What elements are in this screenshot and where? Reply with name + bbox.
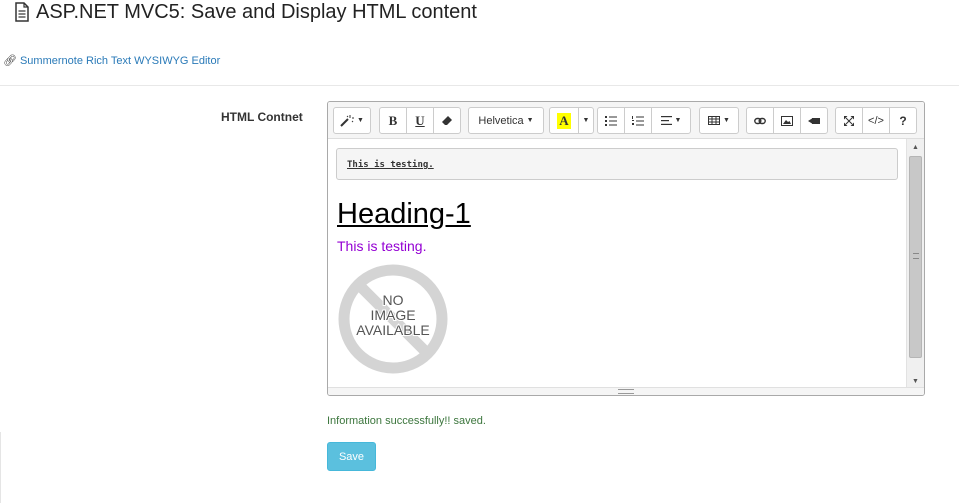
save-button[interactable]: Save — [327, 442, 376, 471]
no-image-placeholder: NO IMAGE AVAILABLE — [338, 264, 448, 374]
chevron-down-icon: ▼ — [674, 117, 682, 124]
link-icon: 🔗︎ — [3, 55, 17, 67]
divider — [0, 85, 959, 86]
video-icon — [808, 117, 820, 124]
page-title: ASP.NET MVC5: Save and Display HTML cont… — [14, 0, 477, 24]
chevron-down-icon: ▼ — [357, 117, 364, 124]
no-image-text-line-1: NO — [383, 292, 404, 308]
editor-content-area[interactable]: This is testing. Heading-1 This is testi… — [328, 139, 907, 389]
clear-format-button[interactable] — [433, 107, 461, 134]
color-icon: A — [557, 112, 571, 129]
unordered-list-icon — [605, 115, 617, 126]
table-group: ▼ — [699, 107, 739, 134]
summernote-link-text[interactable]: Summernote Rich Text WYSIWYG Editor — [20, 55, 220, 67]
chevron-down-icon: ▼ — [526, 117, 534, 124]
code-view-button[interactable]: </> — [862, 107, 890, 134]
resize-grip-icon — [618, 389, 634, 394]
link-icon — [754, 117, 766, 124]
font-name-group: Helvetica ▼ — [468, 107, 544, 134]
scrollbar-grip-icon — [913, 253, 919, 259]
font-family-label: Helvetica — [478, 114, 524, 127]
help-button[interactable]: ? — [889, 107, 917, 134]
style-dropdown-button[interactable]: ▼ — [333, 107, 371, 134]
form-footer — [0, 432, 959, 503]
fullscreen-button[interactable] — [835, 107, 863, 134]
font-style-group: B U — [379, 107, 461, 134]
unordered-list-button[interactable] — [597, 107, 625, 134]
color-dropdown-button[interactable]: ▼ — [578, 107, 594, 134]
no-image-text-line-2: IMAGE — [370, 307, 415, 323]
chevron-down-icon: ▼ — [582, 117, 590, 124]
table-icon — [708, 116, 721, 125]
html-content-label: HTML Contnet — [221, 110, 303, 124]
editor-toolbar: ▼ B U Helvetica ▼ A ▼ ▼ ▼ </> ? — [328, 102, 924, 139]
code-block: This is testing. — [336, 148, 898, 180]
success-message: Information successfully!! saved. — [327, 415, 486, 427]
insert-picture-button[interactable] — [773, 107, 801, 134]
chevron-down-icon: ▼ — [723, 117, 730, 124]
document-icon — [15, 2, 29, 22]
scroll-up-arrow[interactable]: ▲ — [907, 140, 924, 154]
misc-group: </> ? — [835, 107, 917, 134]
scroll-down-arrow[interactable]: ▼ — [907, 374, 924, 388]
summernote-link[interactable]: 🔗︎ Summernote Rich Text WYSIWYG Editor — [3, 54, 220, 68]
underline-button[interactable]: U — [406, 107, 434, 134]
bold-button[interactable]: B — [379, 107, 407, 134]
font-family-dropdown[interactable]: Helvetica ▼ — [468, 107, 544, 134]
color-button[interactable]: A — [549, 107, 579, 134]
insert-group — [746, 107, 828, 134]
style-group: ▼ — [333, 107, 371, 134]
rich-text-editor[interactable]: ▼ B U Helvetica ▼ A ▼ ▼ ▼ </> ? This is … — [327, 101, 925, 396]
scrollbar-thumb[interactable] — [909, 156, 922, 358]
vertical-scrollbar[interactable]: ▲ ▼ — [906, 139, 924, 389]
ordered-list-button[interactable] — [624, 107, 652, 134]
paragraph-align-dropdown[interactable]: ▼ — [651, 107, 691, 134]
picture-icon — [781, 115, 793, 126]
no-image-text-line-3: AVAILABLE — [356, 322, 429, 338]
fullscreen-icon — [844, 115, 854, 126]
color-group: A ▼ — [549, 107, 594, 134]
insert-link-button[interactable] — [746, 107, 774, 134]
content-heading: Heading-1 — [337, 198, 471, 230]
magic-wand-icon — [340, 114, 355, 127]
eraser-icon — [442, 115, 452, 125]
ordered-list-icon — [632, 115, 644, 125]
page-title-text: ASP.NET MVC5: Save and Display HTML cont… — [36, 0, 477, 23]
editor-resize-handle[interactable] — [328, 387, 924, 395]
insert-video-button[interactable] — [800, 107, 828, 134]
content-paragraph: This is testing. — [337, 238, 427, 254]
paragraph-group: ▼ — [597, 107, 691, 134]
table-dropdown[interactable]: ▼ — [699, 107, 739, 134]
paragraph-align-icon — [660, 116, 672, 125]
